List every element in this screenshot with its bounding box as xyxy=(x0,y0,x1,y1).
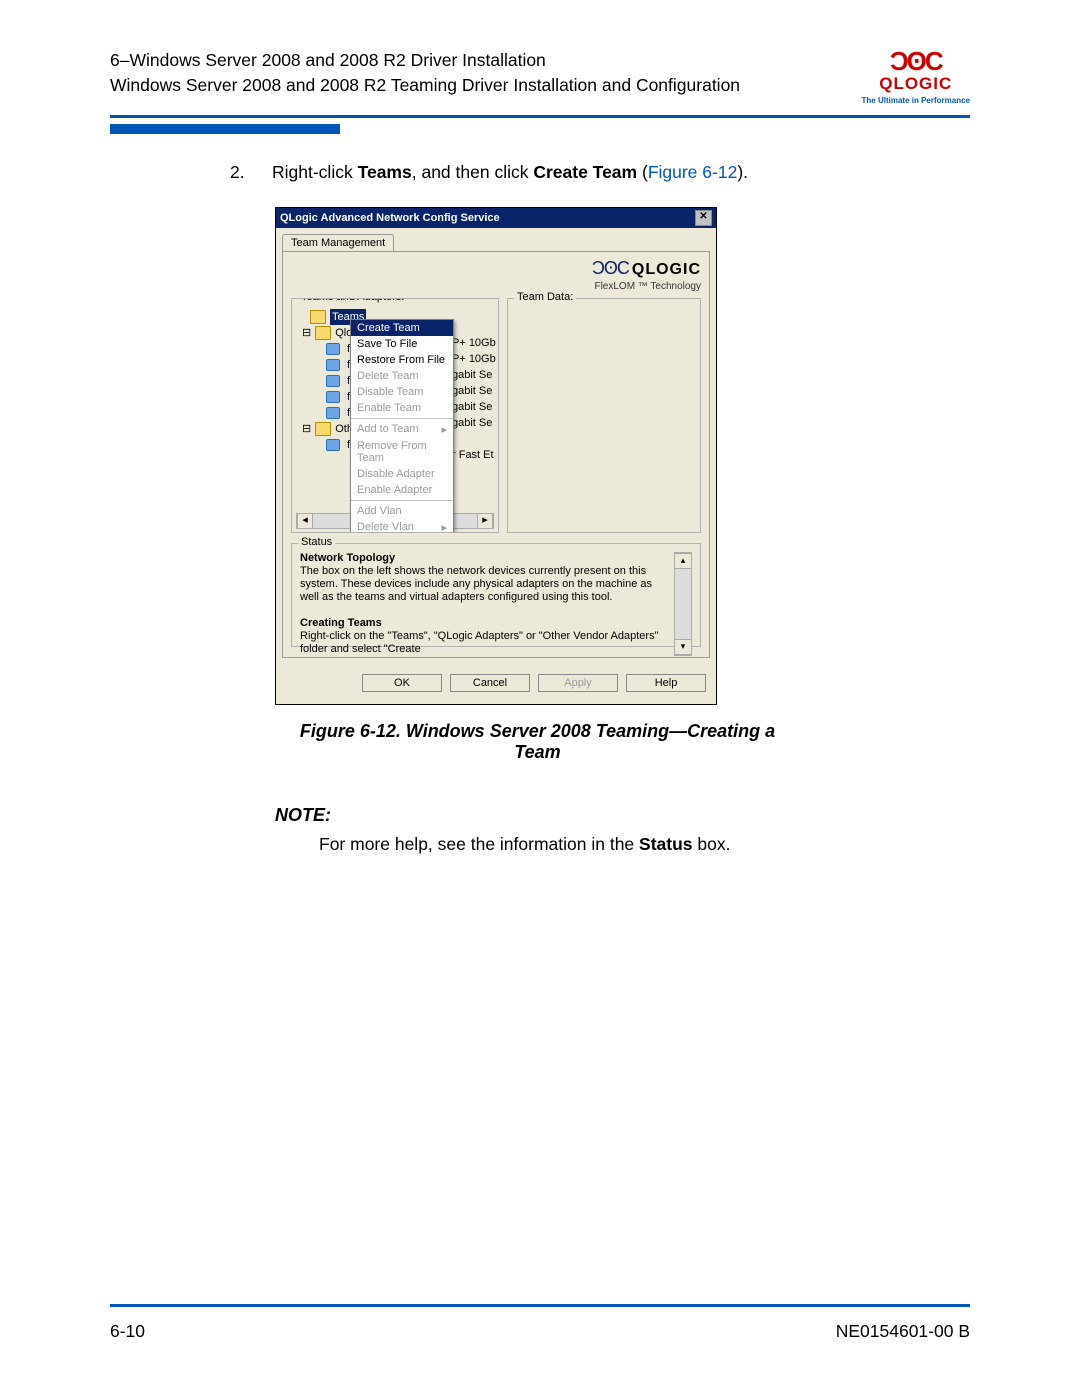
logo-mark: ƆʘC xyxy=(862,48,970,74)
adapter-icon xyxy=(326,391,340,403)
help-button[interactable]: Help xyxy=(626,674,706,692)
tab-team-management[interactable]: Team Management xyxy=(282,234,394,251)
scroll-up-icon[interactable]: ▴ xyxy=(675,553,691,569)
team-data-pane: Team Data: xyxy=(507,298,701,533)
logo-tagline: The Ultimate in Performance xyxy=(862,96,970,105)
menu-enable-adapter: Enable Adapter xyxy=(351,482,453,498)
adapter-icon xyxy=(326,343,340,355)
folder-icon xyxy=(315,422,331,436)
page-header: 6–Windows Server 2008 and 2008 R2 Driver… xyxy=(110,48,970,105)
adapter-icon xyxy=(326,439,340,451)
status-text-2: Right-click on the "Teams", "QLogic Adap… xyxy=(300,630,659,655)
accent-bar xyxy=(110,124,340,134)
adapter-icon xyxy=(326,359,340,371)
vertical-scrollbar[interactable]: ▴ ▾ xyxy=(674,552,692,656)
brand-subtitle: FlexLOM ™ Technology xyxy=(594,281,701,292)
logo-word: QLOGIC xyxy=(862,74,970,94)
ok-button[interactable]: OK xyxy=(362,674,442,692)
chevron-right-icon: ▸ xyxy=(441,423,447,436)
header-rule xyxy=(110,115,970,118)
footer-rule xyxy=(110,1304,970,1307)
menu-delete-team: Delete Team xyxy=(351,368,453,384)
menu-delete-vlan: Delete Vlan▸ xyxy=(351,519,453,533)
menu-remove-from-team: Remove From Team xyxy=(351,438,453,466)
scroll-right-icon[interactable]: ▸ xyxy=(477,514,493,528)
header-line2: Windows Server 2008 and 2008 R2 Teaming … xyxy=(110,73,740,98)
scroll-left-icon[interactable]: ◂ xyxy=(297,514,313,528)
dialog-titlebar[interactable]: QLogic Advanced Network Config Service ✕ xyxy=(276,208,716,228)
adapter-icon xyxy=(326,407,340,419)
scroll-down-icon[interactable]: ▾ xyxy=(675,639,691,655)
status-heading-2: Creating Teams xyxy=(300,617,382,629)
teams-adapters-pane[interactable]: Teams and Adapters: Teams ⊟ Qlog xyxy=(291,298,499,533)
figure-caption: Figure 6-12. Windows Server 2008 Teaming… xyxy=(275,721,800,763)
menu-enable-team: Enable Team xyxy=(351,400,453,416)
status-legend: Status xyxy=(298,536,335,548)
figure-link[interactable]: Figure 6-12 xyxy=(648,162,738,182)
header-line1: 6–Windows Server 2008 and 2008 R2 Driver… xyxy=(110,48,740,73)
status-heading-1: Network Topology xyxy=(300,552,395,564)
brand-mark-icon: ƆʘC xyxy=(592,258,629,278)
right-pane-legend: Team Data: xyxy=(514,291,576,303)
cancel-button[interactable]: Cancel xyxy=(450,674,530,692)
menu-separator xyxy=(351,418,453,419)
menu-add-vlan: Add Vlan xyxy=(351,503,453,519)
step-2: 2. Right-click Teams, and then click Cre… xyxy=(230,162,970,183)
status-text-1: The box on the left shows the network de… xyxy=(300,565,652,603)
note-heading: NOTE: xyxy=(275,805,970,826)
menu-save-to-file[interactable]: Save To File xyxy=(351,336,453,352)
status-pane: Status Network Topology The box on the l… xyxy=(291,543,701,647)
adapter-icon xyxy=(326,375,340,387)
note-body: For more help, see the information in th… xyxy=(319,834,970,855)
dialog-title: QLogic Advanced Network Config Service xyxy=(280,212,500,224)
page-number: 6-10 xyxy=(110,1321,145,1342)
menu-separator xyxy=(351,500,453,501)
apply-button: Apply xyxy=(538,674,618,692)
left-pane-legend: Teams and Adapters: xyxy=(298,298,407,303)
close-icon[interactable]: ✕ xyxy=(695,210,712,226)
step-number: 2. xyxy=(230,162,250,183)
chevron-right-icon: ▸ xyxy=(441,521,447,533)
menu-disable-team: Disable Team xyxy=(351,384,453,400)
folder-icon xyxy=(315,326,331,340)
menu-disable-adapter: Disable Adapter xyxy=(351,466,453,482)
folder-icon xyxy=(310,310,326,324)
menu-add-to-team: Add to Team▸ xyxy=(351,421,453,438)
document-number: NE0154601-00 B xyxy=(836,1321,970,1342)
step-text: Right-click Teams, and then click Create… xyxy=(272,162,748,183)
config-dialog: QLogic Advanced Network Config Service ✕… xyxy=(275,207,717,705)
dialog-brand: ƆʘC QLOGIC xyxy=(592,258,701,279)
menu-create-team[interactable]: Create Team xyxy=(351,320,453,336)
page-footer: 6-10 NE0154601-00 B xyxy=(110,1321,970,1342)
context-menu[interactable]: Create Team Save To File Restore From Fi… xyxy=(350,319,454,533)
qlogic-logo: ƆʘC QLOGIC The Ultimate in Performance xyxy=(862,48,970,105)
menu-restore-from-file[interactable]: Restore From File xyxy=(351,352,453,368)
